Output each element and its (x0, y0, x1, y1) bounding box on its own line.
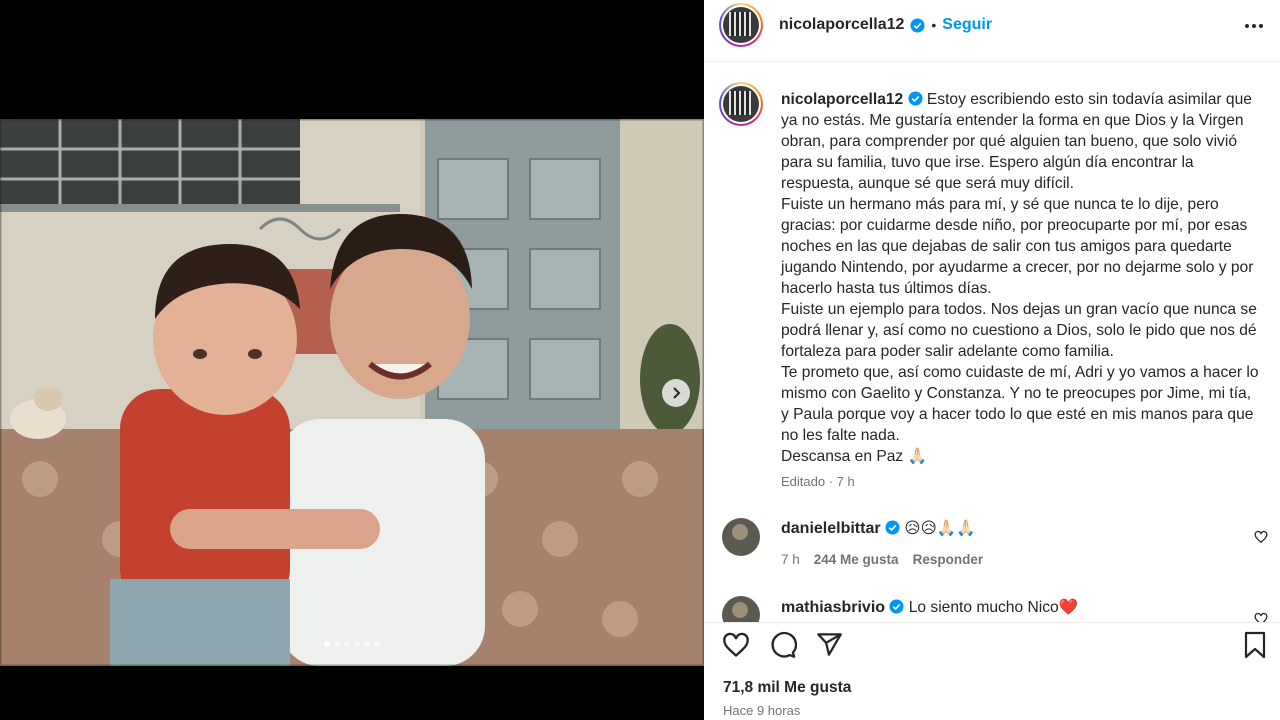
comment-time: 7 h (781, 552, 800, 567)
comment-item: danielelbittar 😥😥🙏🏻🙏🏻 7 h 244 Me gusta R… (704, 512, 1280, 582)
verified-badge-icon (889, 599, 904, 614)
media-pane (0, 0, 704, 720)
heart-icon[interactable] (1254, 612, 1268, 622)
separator-dot: • (931, 17, 937, 33)
verified-badge-icon (885, 520, 900, 535)
comment-likes[interactable]: 244 Me gusta (814, 552, 899, 567)
share-icon[interactable] (816, 631, 843, 658)
comment-meta: 7 h 244 Me gusta Responder (781, 552, 983, 567)
caption-edited-time: Editado · 7 h (781, 474, 855, 489)
carousel-dot (354, 641, 360, 647)
caption-username[interactable]: nicolaporcella12 (781, 91, 903, 108)
author-username[interactable]: nicolaporcella12 (779, 16, 904, 34)
comment-icon[interactable] (769, 631, 797, 659)
photo-illustration (0, 119, 704, 666)
caption-paragraph: Te prometo que, así como cuidaste de mí,… (781, 364, 1259, 444)
comment-item: mathiasbrivio Lo siento mucho Nico❤️ (704, 592, 1280, 622)
post-actions-bar: 71,8 mil Me gusta Hace 9 horas (704, 622, 1280, 720)
commenter-username[interactable]: danielelbittar (781, 520, 881, 537)
post-photo[interactable] (0, 119, 704, 666)
commenter-avatar[interactable] (722, 596, 760, 622)
caption-paragraph: Fuiste un ejemplo para todos. Nos dejas … (781, 301, 1257, 360)
chevron-right-icon (673, 387, 681, 399)
carousel-dot (324, 641, 330, 647)
verified-badge-icon (908, 91, 923, 106)
carousel-dot (344, 641, 350, 647)
heart-icon[interactable] (1254, 530, 1268, 544)
next-slide-button[interactable] (662, 379, 690, 407)
carousel-dot (334, 641, 340, 647)
caption-paragraph: Descansa en Paz 🙏🏻 (781, 448, 927, 465)
author-avatar[interactable] (719, 3, 763, 47)
comment-text: Lo siento mucho Nico❤️ (908, 599, 1079, 616)
save-bookmark-icon[interactable] (1243, 631, 1267, 659)
post-header: nicolaporcella12 • Seguir (704, 0, 1280, 62)
comments-scroll-area[interactable]: nicolaporcella12 Estoy escribiendo esto … (704, 62, 1280, 622)
commenter-avatar[interactable] (722, 518, 760, 556)
verified-badge-icon (910, 17, 925, 33)
post-timestamp: Hace 9 horas (723, 703, 801, 718)
like-heart-icon[interactable] (722, 631, 750, 659)
carousel-dot (374, 641, 380, 647)
commenter-username[interactable]: mathiasbrivio (781, 599, 885, 616)
comment-body: danielelbittar 😥😥🙏🏻🙏🏻 (781, 519, 976, 538)
post-side-panel: nicolaporcella12 • Seguir nicolaporcella… (704, 0, 1280, 720)
caption-avatar[interactable] (719, 82, 763, 126)
caption-paragraph: Fuiste un hermano más para mí, y sé que … (781, 196, 1254, 297)
carousel-dot (364, 641, 370, 647)
likes-count[interactable]: 71,8 mil Me gusta (723, 679, 851, 697)
comment-text: 😥😥🙏🏻🙏🏻 (904, 520, 976, 537)
follow-button[interactable]: Seguir (942, 16, 992, 34)
more-options-icon[interactable] (1242, 16, 1266, 36)
carousel-indicator (0, 641, 704, 647)
reply-button[interactable]: Responder (913, 552, 984, 567)
post-caption: nicolaporcella12 Estoy escribiendo esto … (781, 89, 1263, 467)
comment-body: mathiasbrivio Lo siento mucho Nico❤️ (781, 598, 1078, 617)
header-user-line: nicolaporcella12 • Seguir (779, 16, 992, 34)
